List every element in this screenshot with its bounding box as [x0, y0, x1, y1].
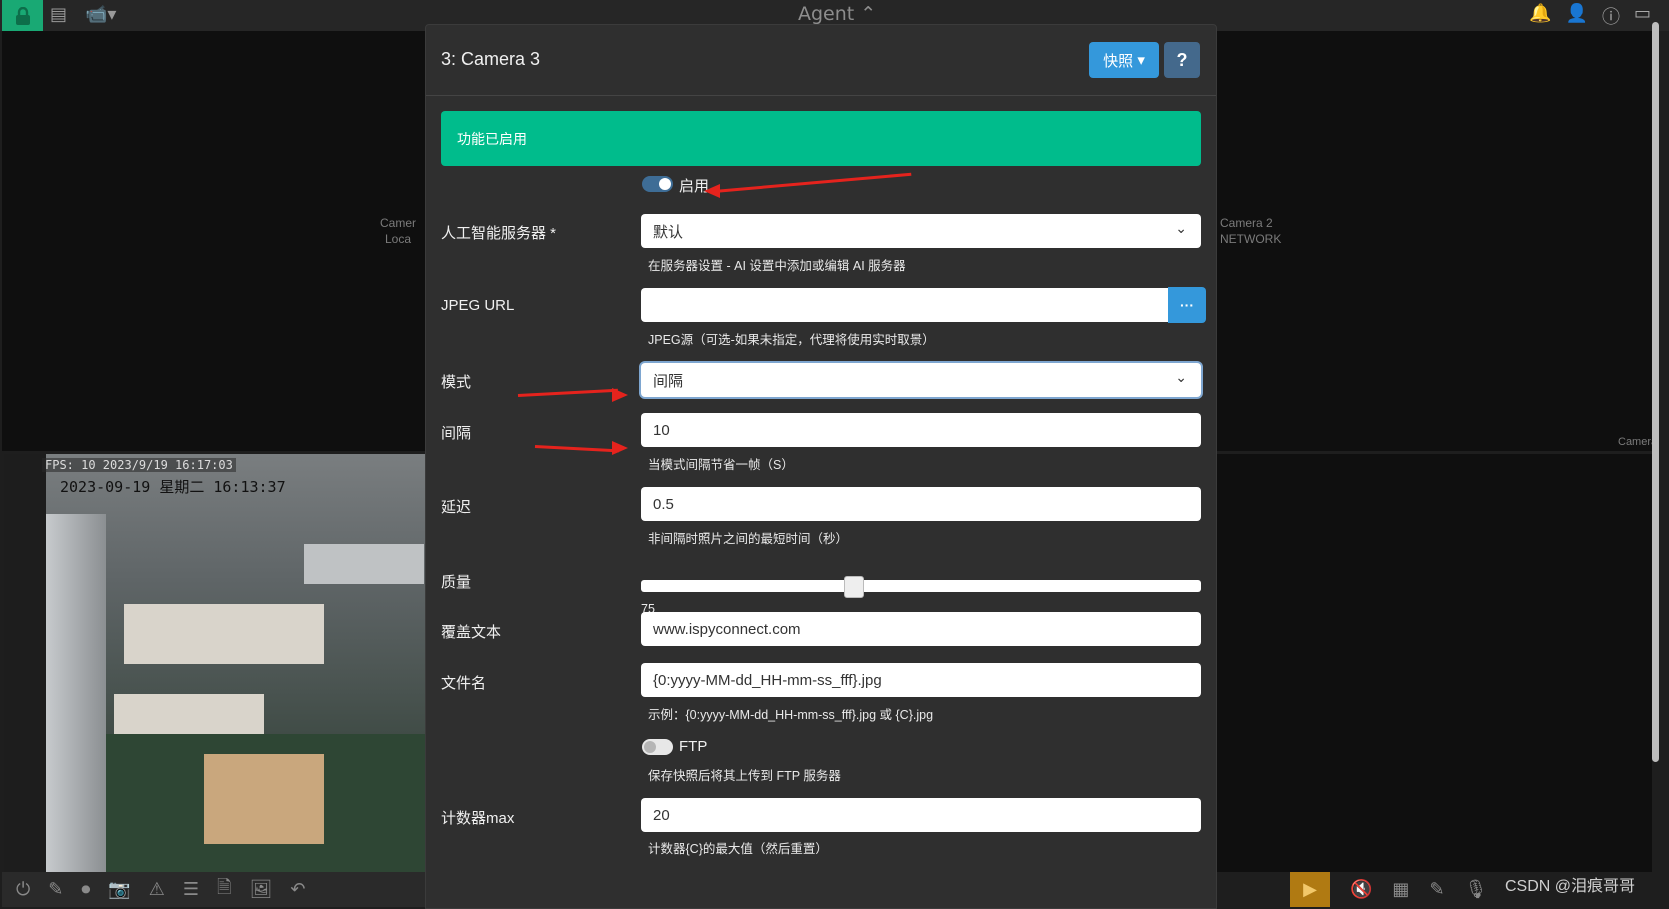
image-icon[interactable]: 🖼 [250, 879, 273, 900]
jpeg-url-input[interactable] [641, 288, 1170, 322]
record-icon[interactable]: ⏺ [81, 879, 90, 900]
filename-help: 示例：{0:yyyy-MM-dd_HH-mm-ss_fff}.jpg 或 {C}… [648, 708, 934, 722]
camera-cell-1-label: Camer Loca [380, 216, 417, 246]
lock-button[interactable] [2, 0, 43, 31]
ai-server-help: 在服务器设置 - AI 设置中添加或编辑 AI 服务器 [648, 259, 906, 273]
feed-fps-overlay: FPS: 10 2023/9/19 16:17:03 [42, 458, 236, 472]
interval-label: 间隔 [441, 425, 472, 442]
user-icon[interactable]: 👤 [1566, 3, 1588, 29]
ai-server-select[interactable]: 默认 ⌄ [641, 214, 1201, 248]
feed-timestamp: 2023-09-19 星期二 16:13:37 [60, 478, 286, 496]
snapshot-settings-dialog: 3: Camera 3 快照 ▾ ? 功能已启用 启用 人工智能服务器 * 默认… [425, 24, 1217, 909]
overlay-text-input[interactable]: www.ispyconnect.com [641, 612, 1201, 646]
quality-slider-track[interactable] [641, 580, 1201, 592]
annotation-arrowhead-interval [612, 441, 628, 455]
dialog-header: 3: Camera 3 快照 ▾ ? [426, 25, 1216, 96]
status-alert: 功能已启用 [441, 111, 1201, 166]
jpeg-url-help: JPEG源（可选-如果未指定，代理将使用实时取景） [648, 333, 935, 347]
delay-input[interactable]: 0.5 [641, 487, 1201, 521]
jpeg-url-label: JPEG URL [441, 297, 515, 314]
mode-label: 模式 [441, 374, 472, 391]
ftp-toggle[interactable] [642, 739, 673, 755]
help-button[interactable]: ? [1164, 42, 1200, 78]
ftp-label: FTP [679, 738, 708, 755]
camera-icon[interactable]: 📷 [108, 879, 130, 900]
page-scrollbar[interactable] [1652, 22, 1659, 762]
watermark: CSDN @泪痕哥哥 [1505, 878, 1636, 895]
chevron-down-icon: ⌄ [1175, 220, 1187, 236]
annotation-arrowhead-enable [704, 184, 720, 198]
alert-icon[interactable]: ⚠ [149, 879, 165, 900]
ftp-help: 保存快照后将其上传到 FTP 服务器 [648, 769, 841, 783]
ai-server-label: 人工智能服务器 * [441, 225, 557, 242]
counter-max-input[interactable]: 20 [641, 798, 1201, 832]
edit-icon[interactable]: ✎ [1429, 879, 1444, 900]
top-right-icons: 🔔 👤 ⓘ ▭ [1529, 3, 1651, 29]
cctv-icon[interactable]: 📹▾ [85, 4, 116, 25]
delay-help: 非间隔时照片之间的最短时间（秒） [648, 532, 849, 546]
dialog-title: 3: Camera 3 [441, 49, 541, 69]
counter-max-help: 计数器{C}的最大值（然后重置） [648, 842, 828, 856]
play-icon[interactable]: ▶ [1290, 872, 1330, 907]
camera-cell-4[interactable] [1215, 454, 1652, 872]
power-icon[interactable]: ⏻ [16, 879, 30, 900]
info-icon[interactable]: ⓘ [1602, 3, 1620, 29]
chevron-down-icon: ⌄ [1175, 369, 1187, 385]
mode-select[interactable]: 间隔 ⌄ [641, 363, 1201, 397]
mute-icon[interactable]: 🔇 [1350, 879, 1372, 900]
window-icon[interactable]: ▭ [1634, 3, 1651, 29]
edit-icon[interactable]: ✎ [48, 879, 63, 900]
jpeg-url-browse-button[interactable]: ··· [1168, 287, 1206, 323]
overlay-text-label: 覆盖文本 [441, 624, 502, 641]
camera-feed[interactable] [4, 454, 429, 874]
grid-icon[interactable]: ▦ [1392, 879, 1409, 900]
camera-cell-1[interactable] [2, 31, 427, 451]
mic-icon[interactable]: 🎙 [1465, 879, 1488, 900]
delay-label: 延迟 [441, 499, 472, 516]
file-icon[interactable]: 🗎 [217, 875, 231, 905]
lock-icon [15, 6, 30, 25]
counter-max-label: 计数器max [441, 810, 515, 827]
snapshot-dropdown-button[interactable]: 快照 ▾ [1089, 42, 1159, 78]
checklist-icon[interactable]: ☰ [183, 879, 199, 900]
server-icon[interactable]: ▤ [50, 4, 67, 25]
interval-help: 当模式间隔节省一帧（S） [648, 458, 794, 472]
camera-cell-2-label: Camera 2 NETWORK [1220, 216, 1282, 246]
filename-input[interactable]: {0:yyyy-MM-dd_HH-mm-ss_fff}.jpg [641, 663, 1201, 697]
annotation-arrowhead-mode [612, 388, 628, 402]
undo-icon[interactable]: ↶ [290, 879, 305, 900]
quality-label: 质量 [441, 574, 472, 591]
enable-toggle[interactable] [642, 176, 673, 192]
interval-input[interactable]: 10 [641, 413, 1201, 447]
camera-toolbar: ⏻ ✎ ⏺ 📷 ⚠ ☰ 🗎 🖼 ↶ [2, 872, 427, 907]
app-title[interactable]: Agent ⌃ [798, 3, 876, 25]
filename-label: 文件名 [441, 675, 487, 692]
quality-slider-thumb[interactable] [844, 576, 865, 598]
bell-icon[interactable]: 🔔 [1529, 3, 1551, 29]
